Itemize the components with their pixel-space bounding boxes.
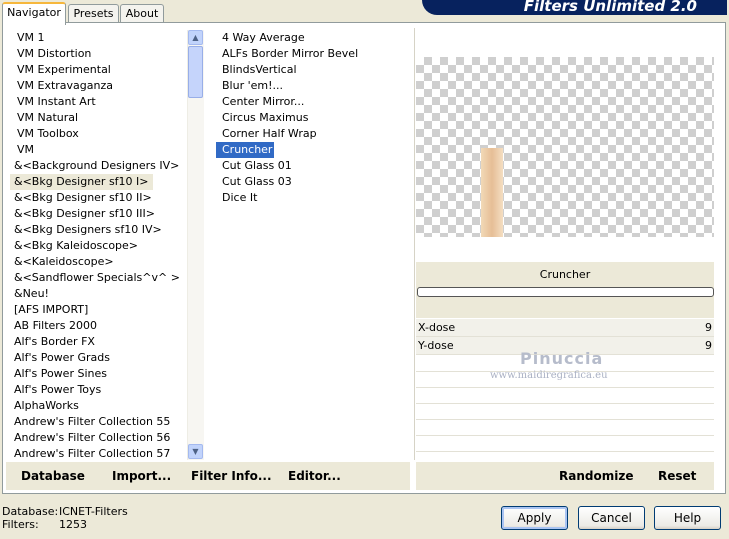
preview-shape	[481, 148, 503, 237]
filter-item[interactable]: Cut Glass 03	[216, 174, 410, 190]
help-button[interactable]: Help	[654, 506, 721, 530]
category-item[interactable]: Alf's Power Sines	[10, 366, 186, 382]
category-item[interactable]: AlphaWorks	[10, 398, 186, 414]
tab-presets[interactable]: Presets	[68, 4, 119, 23]
editor-button[interactable]: Editor...	[288, 469, 341, 483]
param-value[interactable]: 9	[705, 321, 712, 334]
empty-param-row	[416, 404, 714, 420]
empty-param-row	[416, 436, 714, 452]
category-item[interactable]: &Neu!	[10, 286, 186, 302]
status-database-label: Database:	[2, 505, 59, 518]
filter-item[interactable]: Blur 'em!...	[216, 78, 410, 94]
filter-item[interactable]: Cruncher	[216, 142, 275, 158]
progress-bar	[417, 287, 714, 297]
scroll-thumb[interactable]	[188, 46, 203, 98]
filter-item[interactable]: Dice It	[216, 190, 410, 206]
randomize-button[interactable]: Randomize	[559, 469, 633, 483]
category-item[interactable]: Andrew's Filter Collection 57	[10, 446, 186, 462]
filter-item[interactable]: Cut Glass 01	[216, 158, 410, 174]
filter-info-button[interactable]: Filter Info...	[191, 469, 272, 483]
import-button[interactable]: Import...	[112, 469, 171, 483]
category-item[interactable]: VM	[10, 142, 186, 158]
param-label: X-dose	[418, 321, 456, 334]
category-item[interactable]: &<Bkg Designer sf10 I>	[10, 174, 153, 190]
category-item[interactable]: Andrew's Filter Collection 56	[10, 430, 186, 446]
reset-button[interactable]: Reset	[658, 469, 696, 483]
category-item[interactable]: VM Distortion	[10, 46, 186, 62]
category-item[interactable]: VM 1	[10, 30, 186, 46]
category-item[interactable]: VM Extravaganza	[10, 78, 186, 94]
filter-item[interactable]: BlindsVertical	[216, 62, 410, 78]
category-item[interactable]: AB Filters 2000	[10, 318, 186, 334]
filter-item[interactable]: Circus Maximus	[216, 110, 410, 126]
category-item[interactable]: &<Bkg Designer sf10 III>	[10, 206, 186, 222]
category-item[interactable]: Andrew's Filter Collection 55	[10, 414, 186, 430]
param-value[interactable]: 9	[705, 339, 712, 352]
tab-about[interactable]: About	[120, 4, 164, 23]
status-filters-value: 1253	[59, 518, 87, 531]
category-item[interactable]: &<Bkg Designer sf10 II>	[10, 190, 186, 206]
watermark-url: www.maidiregrafica.eu	[490, 370, 608, 381]
empty-param-row	[416, 388, 714, 404]
scroll-down-icon[interactable]: ▼	[188, 444, 203, 459]
scroll-up-icon[interactable]: ▲	[188, 30, 203, 45]
database-button[interactable]: Database	[21, 469, 85, 483]
tab-navigator[interactable]: Navigator	[2, 2, 66, 25]
filter-item[interactable]: ALFs Border Mirror Bevel	[216, 46, 410, 62]
filter-list[interactable]: 4 Way Average ALFs Border Mirror Bevel Bli…	[216, 30, 410, 462]
watermark-name: Pinuccia	[520, 349, 604, 368]
preview-image	[416, 57, 714, 237]
status-database-value: ICNET-Filters	[59, 505, 128, 518]
category-list[interactable]: VM 1 VM Distortion VM Experimental VM Extra…	[10, 30, 186, 462]
cancel-button[interactable]: Cancel	[578, 506, 645, 530]
category-item[interactable]: &<Sandflower Specials^v^ >	[10, 270, 186, 286]
app-title: Filters Unlimited 2.0	[523, 0, 697, 15]
category-item[interactable]: Alf's Border FX	[10, 334, 186, 350]
category-item[interactable]: &<Bkg Designers sf10 IV>	[10, 222, 186, 238]
category-item[interactable]: &<Kaleidoscope>	[10, 254, 186, 270]
category-item[interactable]: Alf's Power Grads	[10, 350, 186, 366]
param-row-x-dose[interactable]: X-dose 9	[416, 319, 714, 337]
category-item[interactable]: VM Instant Art	[10, 94, 186, 110]
filter-name-label: Cruncher	[539, 268, 591, 281]
apply-button[interactable]: Apply	[501, 506, 568, 530]
category-item[interactable]: [AFS IMPORT]	[10, 302, 186, 318]
category-item[interactable]: VM Natural	[10, 110, 186, 126]
app-title-banner: Filters Unlimited 2.0	[422, 0, 727, 15]
filter-item[interactable]: 4 Way Average	[216, 30, 410, 46]
category-item[interactable]: Alf's Power Toys	[10, 382, 186, 398]
category-item[interactable]: VM Toolbox	[10, 126, 186, 142]
filter-item[interactable]: Center Mirror...	[216, 94, 410, 110]
category-item[interactable]: &<Bkg Kaleidoscope>	[10, 238, 186, 254]
filter-item[interactable]: Corner Half Wrap	[216, 126, 410, 142]
category-item[interactable]: VM Experimental	[10, 62, 186, 78]
param-label: Y-dose	[418, 339, 454, 352]
category-scrollbar[interactable]: ▲ ▼	[187, 30, 204, 460]
category-item[interactable]: &<Background Designers IV>	[10, 158, 186, 174]
status-filters-label: Filters:	[2, 518, 39, 531]
empty-param-row	[416, 420, 714, 436]
